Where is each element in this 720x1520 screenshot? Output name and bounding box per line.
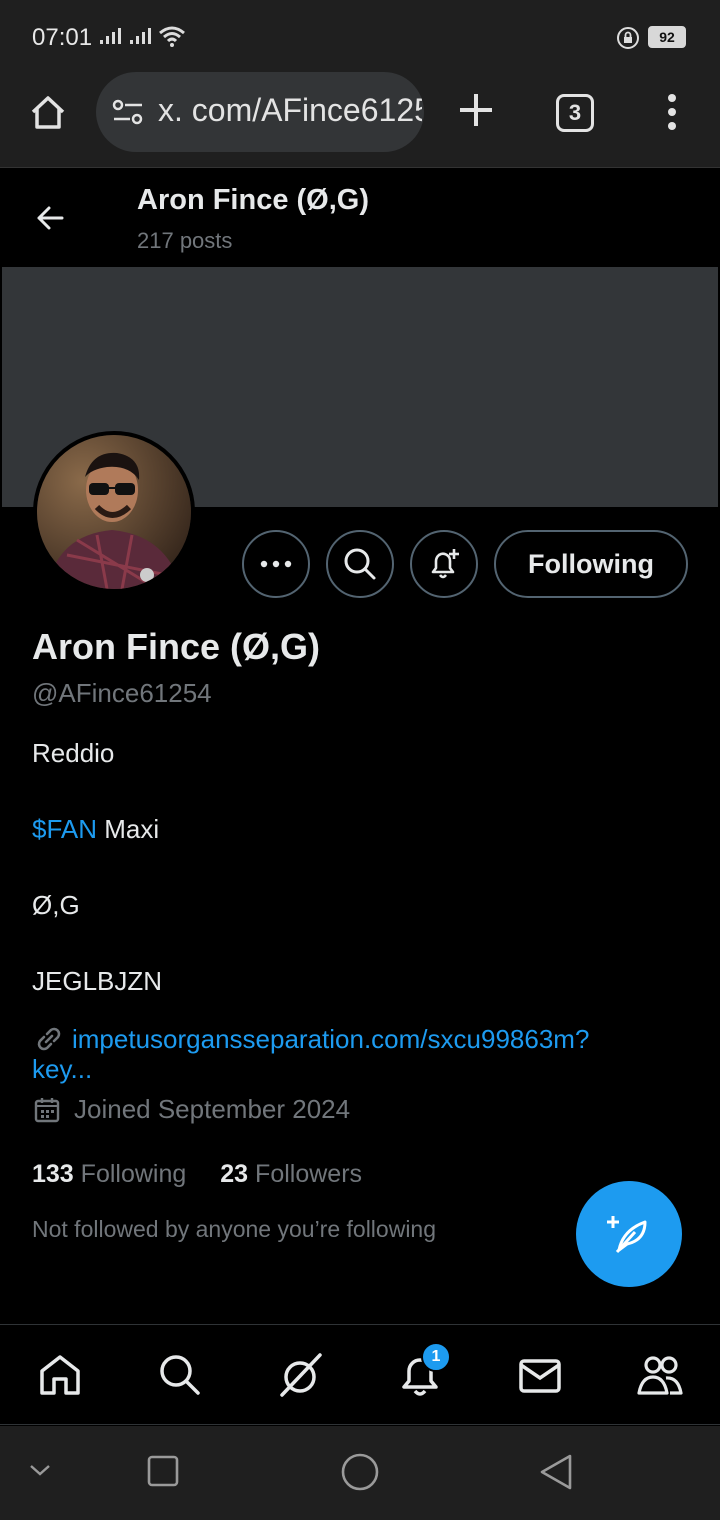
header-post-count: 217 posts <box>137 228 233 253</box>
address-bar[interactable]: x. com/AFince61254 <box>96 72 424 152</box>
display-name: Aron Fince (Ø,G) <box>32 626 320 667</box>
browser-toolbar: x. com/AFince61254 3 <box>0 70 720 168</box>
bio-line: Ø,G <box>32 890 80 920</box>
profile-website-link[interactable]: impetusorgansseparation.com/sxcu99863m? k… <box>32 1024 692 1084</box>
header-name: Aron Fince (Ø,G) <box>137 184 369 216</box>
followers-label: Followers <box>255 1160 363 1188</box>
bio-line: $FAN Maxi <box>32 814 159 845</box>
site-settings-icon[interactable] <box>112 98 144 126</box>
compose-feather-icon <box>607 1216 647 1254</box>
tab-switcher-button[interactable]: 3 <box>556 94 594 132</box>
avatar[interactable] <box>33 431 195 593</box>
following-link[interactable]: 133 Following <box>32 1160 186 1188</box>
search-profile-button[interactable] <box>326 530 394 598</box>
following-count: 133 <box>32 1160 74 1188</box>
chevron-down-icon[interactable] <box>28 1462 52 1478</box>
status-time: 07:01 <box>32 24 93 51</box>
recent-apps-icon[interactable] <box>146 1454 180 1488</box>
new-tab-icon[interactable] <box>456 90 496 130</box>
back-arrow-icon[interactable] <box>34 202 66 234</box>
battery-indicator: 92 <box>648 26 686 48</box>
link-icon <box>37 1027 61 1051</box>
joined-date: Joined September 2024 <box>32 1094 350 1125</box>
back-triangle-icon[interactable] <box>538 1452 574 1492</box>
profile-handle: @AFince61254 <box>32 678 212 708</box>
browser-home-icon[interactable] <box>28 92 68 132</box>
compose-post-button[interactable] <box>576 1181 682 1287</box>
browser-menu-icon[interactable] <box>660 92 684 132</box>
messages-icon[interactable] <box>516 1351 564 1399</box>
search-icon[interactable] <box>156 1351 204 1399</box>
website-text-cont: key... <box>32 1054 93 1084</box>
not-followed-notice: Not followed by anyone you’re following <box>32 1216 437 1242</box>
bio-line: Reddio <box>32 738 115 768</box>
communities-icon[interactable] <box>636 1351 684 1399</box>
home-circle-icon[interactable] <box>340 1452 380 1492</box>
system-navigation-bar <box>0 1426 720 1520</box>
calendar-icon <box>34 1097 60 1122</box>
notify-button[interactable] <box>410 530 478 598</box>
status-bar: 07:01 92 <box>0 0 720 70</box>
followers-link[interactable]: 23 Followers <box>220 1160 362 1188</box>
bio-text: Maxi <box>97 814 160 844</box>
more-icon <box>260 560 292 568</box>
joined-text: Joined September 2024 <box>74 1094 351 1124</box>
following-button[interactable]: Following <box>494 530 688 598</box>
website-text: impetusorgansseparation.com/sxcu99863m? <box>72 1024 590 1054</box>
cashtag-link[interactable]: $FAN <box>32 814 97 844</box>
bio-line: JEGLBJZN <box>32 966 163 996</box>
follow-stats: 133 Following 23 Followers <box>32 1160 362 1189</box>
signal-icon <box>100 28 121 44</box>
followers-count: 23 <box>220 1160 249 1188</box>
search-icon <box>344 548 376 580</box>
rotation-lock-icon <box>617 27 639 49</box>
notification-badge: 1 <box>421 1342 451 1372</box>
bell-plus-icon <box>431 549 459 579</box>
profile-header-bar: Aron Fince (Ø,G) 217 posts <box>0 170 720 266</box>
wifi-icon <box>159 26 185 47</box>
grok-icon[interactable] <box>276 1351 324 1399</box>
home-icon[interactable] <box>36 1351 84 1399</box>
bottom-navigation: 1 <box>0 1325 720 1425</box>
signal-icon <box>130 28 151 44</box>
url-text: x. com/AFince61254 <box>158 92 422 128</box>
more-options-button[interactable] <box>242 530 310 598</box>
following-label: Following <box>80 1160 187 1188</box>
